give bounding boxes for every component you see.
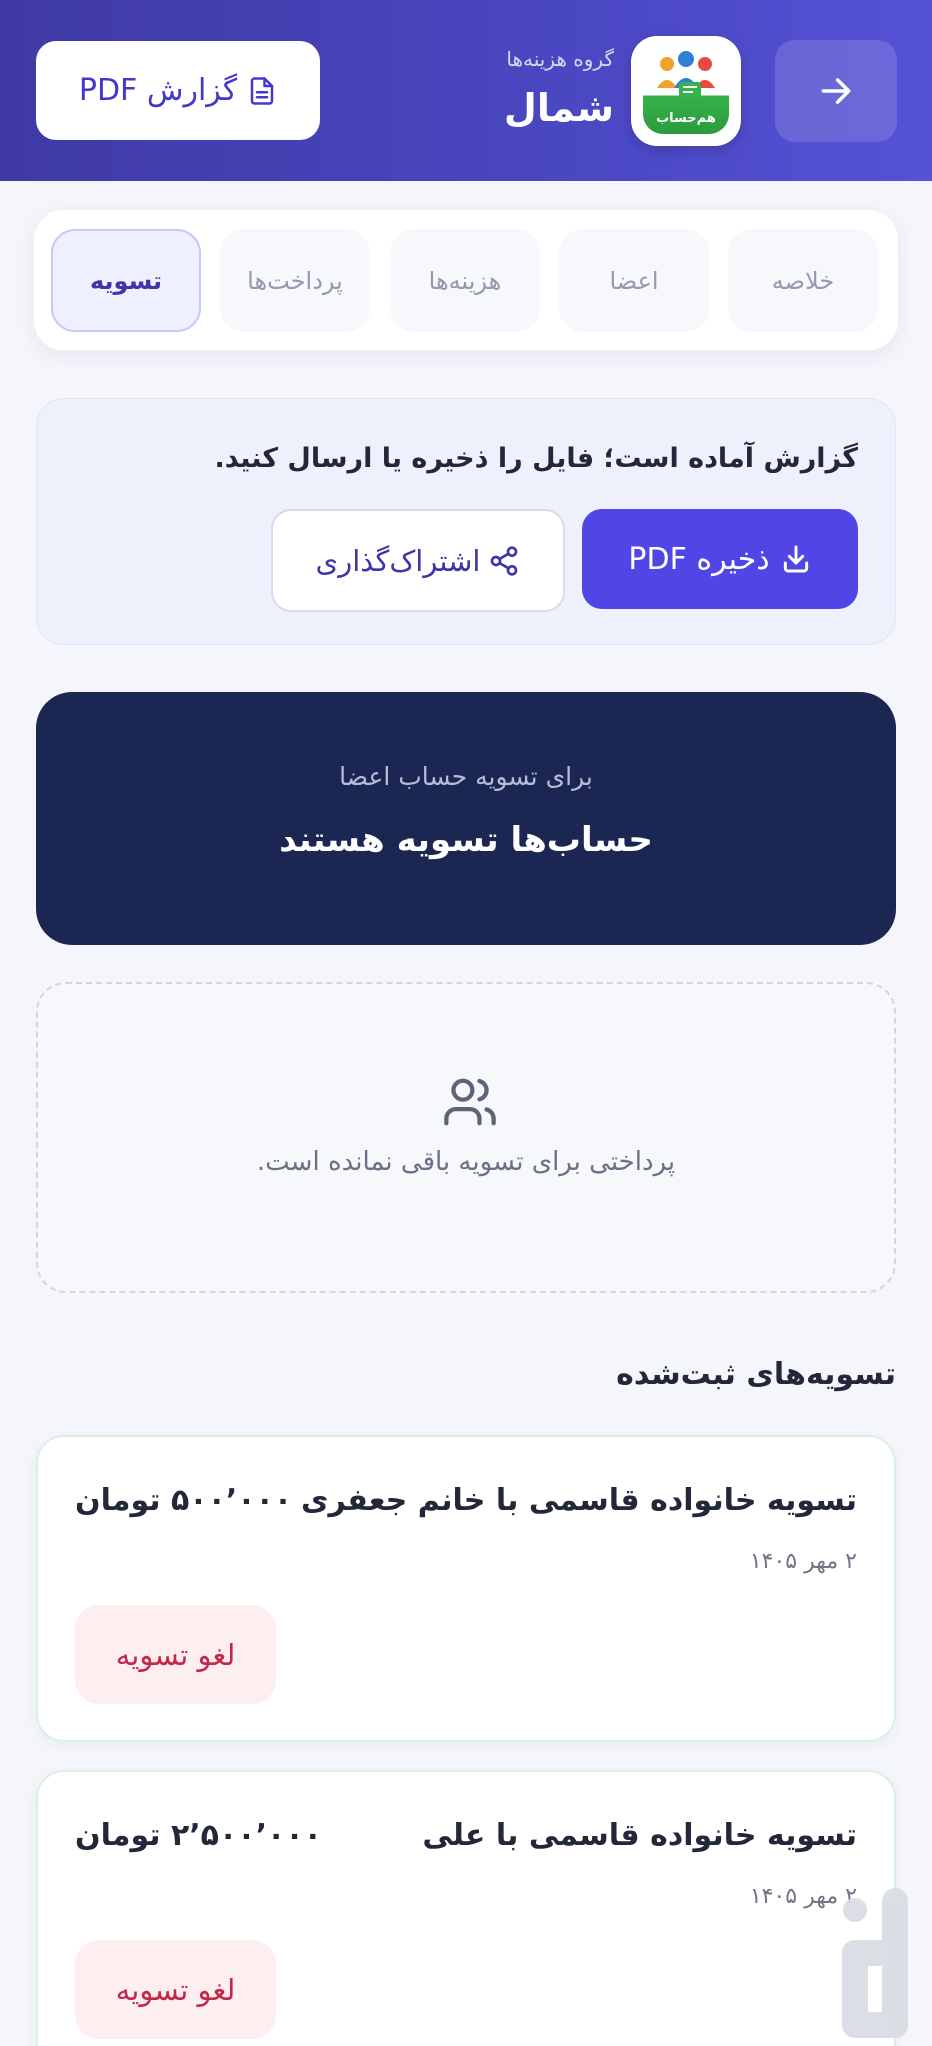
settlement-amount: ۵۰۰٬۰۰۰ تومان	[75, 1483, 293, 1518]
save-pdf-label: ذخیره PDF	[628, 541, 770, 577]
store-watermark-logo	[842, 1888, 908, 2038]
tab-settlement[interactable]: تسویه	[51, 229, 201, 332]
group-subtitle: گروه هزینه‌ها	[506, 47, 614, 71]
empty-state-message: پرداختی برای تسویه باقی نمانده است.	[256, 1147, 676, 1177]
share-button[interactable]: اشتراک‌گذاری	[271, 509, 565, 612]
settlement-title: تسویه خانواده قاسمی با علی	[422, 1818, 857, 1853]
back-button[interactable]	[775, 40, 897, 142]
tab-members[interactable]: اعضا	[559, 229, 709, 332]
cancel-settlement-button[interactable]: لغو تسویه	[75, 1940, 276, 2039]
app-logo: هم‌حساب	[631, 36, 741, 146]
group-title: شمال	[503, 86, 614, 130]
share-label: اشتراک‌گذاری	[315, 543, 481, 578]
settlement-title: تسویه خانواده قاسمی با خانم جعفری	[300, 1483, 857, 1518]
users-icon	[444, 1078, 496, 1126]
status-title: حساب‌ها تسویه هستند	[279, 820, 653, 860]
settlement-amount: ۲٬۵۰۰٬۰۰۰ تومان	[75, 1818, 322, 1853]
app-logo-image: هم‌حساب	[643, 48, 729, 134]
tab-summary[interactable]: خلاصه	[728, 229, 878, 332]
status-subtitle: برای تسویه حساب اعضا	[339, 762, 593, 791]
empty-state: پرداختی برای تسویه باقی نمانده است.	[36, 982, 896, 1293]
settlement-date: ۲ مهر ۱۴۰۵	[749, 1549, 857, 1574]
report-ready-panel: گزارش آماده است؛ فایل را ذخیره یا ارسال …	[36, 398, 896, 645]
document-icon	[250, 76, 274, 105]
tab-expenses[interactable]: هزینه‌ها	[390, 229, 540, 332]
save-pdf-button[interactable]: ذخیره PDF	[582, 509, 858, 609]
pdf-report-label: گزارش PDF	[78, 73, 238, 108]
page: هم‌حساب گروه هزینه‌ها شمال گزارش PDF خلا…	[0, 0, 932, 2046]
settlement-card: تسویه خانواده قاسمی با علی ۲٬۵۰۰٬۰۰۰ توم…	[36, 1770, 896, 2046]
settlement-card: تسویه خانواده قاسمی با خانم جعفری ۵۰۰٬۰۰…	[36, 1435, 896, 1742]
tab-bar: خلاصه اعضا هزینه‌ها پرداخت‌ها تسویه	[33, 209, 899, 351]
report-ready-message: گزارش آماده است؛ فایل را ذخیره یا ارسال …	[214, 443, 858, 474]
settlements-section-title: تسویه‌های ثبت‌شده	[616, 1357, 896, 1392]
pdf-report-button[interactable]: گزارش PDF	[36, 41, 320, 140]
people-logo-icon	[657, 51, 715, 98]
share-icon	[491, 545, 518, 576]
tab-payments[interactable]: پرداخت‌ها	[220, 229, 370, 332]
settlement-status-card: برای تسویه حساب اعضا حساب‌ها تسویه هستند	[36, 692, 896, 945]
arrow-right-icon	[821, 78, 851, 104]
cancel-settlement-button[interactable]: لغو تسویه	[75, 1605, 276, 1704]
download-icon	[783, 545, 808, 573]
app-logo-text: هم‌حساب	[656, 111, 716, 126]
app-header: هم‌حساب گروه هزینه‌ها شمال گزارش PDF	[0, 0, 932, 181]
